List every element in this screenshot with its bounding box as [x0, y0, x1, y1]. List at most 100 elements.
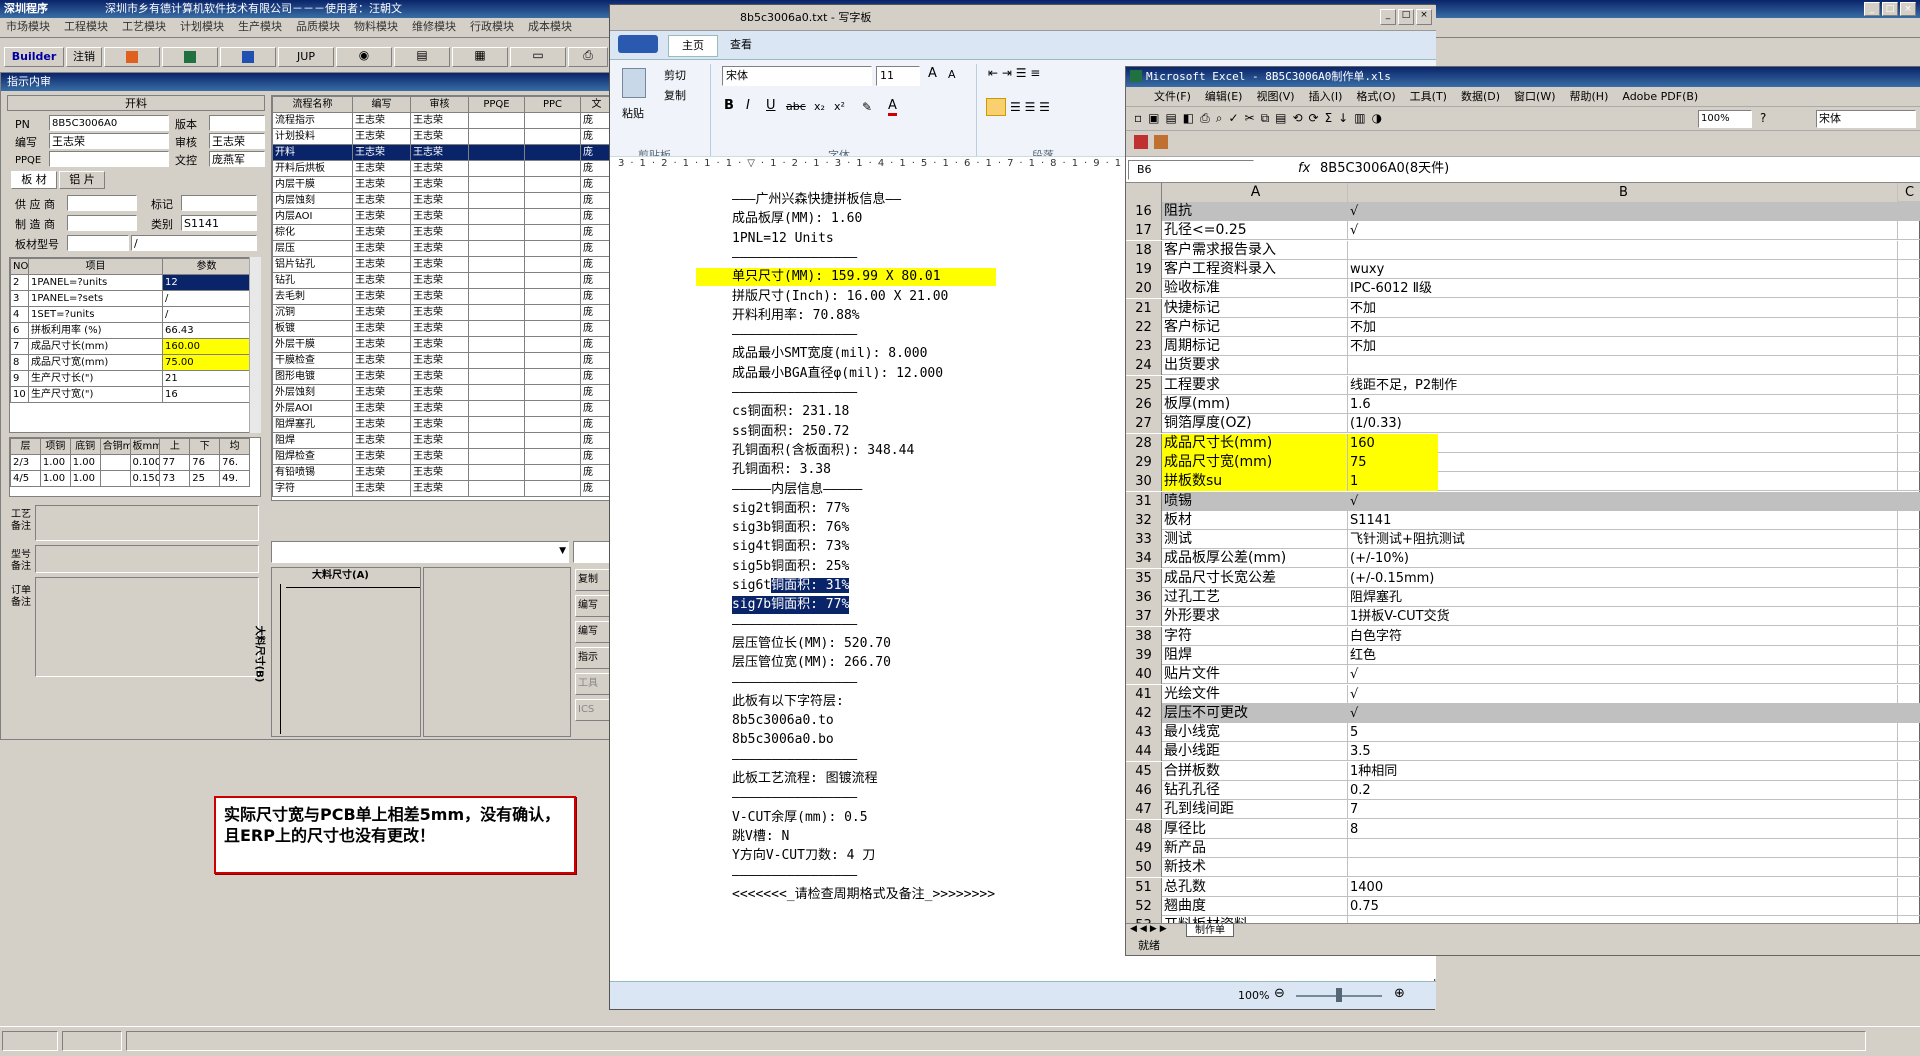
cell-a[interactable]: 光绘文件	[1162, 684, 1348, 704]
cell-b[interactable]: IPC-6012 Ⅱ级	[1348, 279, 1898, 299]
version-field[interactable]	[209, 115, 265, 131]
cell-c[interactable]	[1898, 453, 1920, 472]
tab-board[interactable]: 板 材	[11, 171, 57, 189]
copy-button[interactable]: 复制	[664, 88, 686, 104]
eye-icon[interactable]: ◉	[336, 47, 392, 67]
cell-b[interactable]: 1拼板V-CUT交货	[1348, 607, 1898, 627]
cell-b[interactable]: 飞针测试+阻抗测试	[1348, 530, 1898, 550]
process-note-field[interactable]	[35, 505, 259, 541]
excel-row[interactable]: 42 层压不可更改 √	[1126, 703, 1920, 723]
cell-a[interactable]: 阻焊	[1162, 645, 1348, 665]
paste-icon[interactable]	[622, 68, 646, 98]
cell-c[interactable]	[1898, 414, 1920, 433]
param-row[interactable]: 4 1SET=?units /	[10, 306, 251, 323]
cell-a[interactable]: 孔径<=0.25	[1162, 221, 1348, 241]
cell-b[interactable]: 160	[1348, 433, 1898, 453]
cell-c[interactable]	[1898, 588, 1920, 607]
logout-button[interactable]: 注销	[66, 47, 102, 67]
cell-a[interactable]: 贴片文件	[1162, 665, 1348, 685]
row-number[interactable]: 22	[1126, 317, 1162, 337]
highlight-icon[interactable]: ✎	[862, 100, 872, 114]
font-name-field[interactable]: 宋体	[722, 66, 872, 86]
zoom-slider-handle[interactable]	[1336, 988, 1342, 1002]
close-icon[interactable]: ×	[1416, 9, 1432, 25]
class-field[interactable]: S1141	[181, 215, 257, 231]
excel-row[interactable]: 18 客户需求报告录入	[1126, 240, 1920, 260]
cell-b[interactable]	[1348, 356, 1898, 376]
process-row[interactable]: 铝片钻孔 王志荣 王志荣庞	[272, 256, 610, 273]
pdf-settings-icon[interactable]	[1154, 135, 1168, 149]
excel-row[interactable]: 19 客户工程资料录入 wuxy	[1126, 259, 1920, 279]
cell-b[interactable]: 75	[1348, 452, 1898, 472]
cell-a[interactable]: 工程要求	[1162, 375, 1348, 395]
process-row[interactable]: 有铅喷锡 王志荣 王志荣庞	[272, 464, 610, 481]
cell-b[interactable]: √	[1348, 202, 1898, 221]
excel-row[interactable]: 48 厚径比 8	[1126, 819, 1920, 839]
bold-icon[interactable]: B	[724, 98, 734, 113]
cell-c[interactable]	[1898, 492, 1920, 511]
cell-a[interactable]: 客户标记	[1162, 317, 1348, 337]
process-row[interactable]: 外层蚀刻 王志荣 王志荣庞	[272, 384, 610, 401]
maximize-icon[interactable]: □	[1882, 2, 1898, 16]
process-row[interactable]: 内层干膜 王志荣 王志荣庞	[272, 176, 610, 193]
cell-b[interactable]: √	[1348, 491, 1898, 511]
indent-icon[interactable]: ⇤ ⇥ ☰ ≡	[988, 66, 1040, 80]
row-number[interactable]: 43	[1126, 723, 1162, 743]
side-button[interactable]: 编写	[575, 621, 611, 643]
excel-row[interactable]: 33 测试 飞针测试+阻抗测试	[1126, 530, 1920, 550]
param-row[interactable]: 9 生产尺寸长(") 21	[10, 370, 251, 387]
function-icon[interactable]: fx	[1298, 161, 1310, 176]
excel-menu-item[interactable]: 视图(V)	[1256, 89, 1294, 105]
cell-b[interactable]: √	[1348, 684, 1898, 704]
type-field-2[interactable]: /	[131, 235, 257, 251]
excel-row[interactable]: 17 孔径<=0.25 √	[1126, 221, 1920, 241]
grow-font-icon[interactable]: A	[928, 66, 937, 81]
cell-b[interactable]: √	[1348, 703, 1898, 723]
cell-c[interactable]	[1898, 742, 1920, 761]
process-row[interactable]: 开料后烘板 王志荣 王志荣庞	[272, 160, 610, 177]
cell-a[interactable]: 成品尺寸长(mm)	[1162, 433, 1348, 453]
cell-c[interactable]	[1898, 685, 1920, 704]
cell-c[interactable]	[1898, 878, 1920, 897]
cell-a[interactable]: 成品尺寸长宽公差	[1162, 568, 1348, 588]
side-button[interactable]: 编写	[575, 595, 611, 617]
cell-b[interactable]: 不加	[1348, 337, 1898, 357]
process-dropdown[interactable]: ▼	[271, 541, 569, 563]
cell-b[interactable]: 3.5	[1348, 742, 1898, 762]
wordpad-menu-button[interactable]	[618, 35, 658, 53]
row-number[interactable]: 51	[1126, 877, 1162, 897]
cell-a[interactable]: 成品尺寸宽(mm)	[1162, 452, 1348, 472]
excel-row[interactable]: 29 成品尺寸宽(mm) 75	[1126, 452, 1920, 472]
cell-c[interactable]	[1898, 434, 1920, 453]
cell-b[interactable]: 阻焊塞孔	[1348, 588, 1898, 607]
process-row[interactable]: 流程指示 王志荣 王志荣庞	[272, 112, 610, 129]
cell-c[interactable]	[1898, 511, 1920, 530]
excel-row[interactable]: 34 成品板厚公差(mm) (+/-10%)	[1126, 549, 1920, 569]
process-row[interactable]: 内层蚀刻 王志荣 王志荣庞	[272, 192, 610, 209]
close-icon[interactable]: ×	[1900, 2, 1916, 16]
erp-menu-item[interactable]: 生产模块	[238, 19, 282, 35]
excel-row[interactable]: 22 客户标记 不加	[1126, 317, 1920, 337]
supplier-field[interactable]	[67, 195, 137, 211]
layer-row[interactable]: 4/5 1.00 1.00 0.150 73 25 49.	[10, 470, 250, 487]
cell-c[interactable]	[1898, 299, 1920, 318]
tab-view[interactable]: 查看	[730, 37, 752, 53]
erp-menu-item[interactable]: 行政模块	[470, 19, 514, 35]
excel-row[interactable]: 41 光绘文件 √	[1126, 684, 1920, 704]
excel-icon[interactable]	[162, 47, 218, 67]
process-row[interactable]: 阻焊 王志荣 王志荣庞	[272, 432, 610, 449]
paste-label[interactable]: 粘贴	[622, 106, 644, 122]
cell-b[interactable]: 0.75	[1348, 896, 1898, 916]
cell-a[interactable]: 总孔数	[1162, 877, 1348, 897]
row-number[interactable]: 42	[1126, 703, 1162, 723]
erp-menu-item[interactable]: 维修模块	[412, 19, 456, 35]
cell-b[interactable]: wuxy	[1348, 259, 1898, 279]
cell-a[interactable]: 周期标记	[1162, 337, 1348, 357]
row-number[interactable]: 30	[1126, 472, 1162, 492]
row-number[interactable]: 47	[1126, 800, 1162, 820]
cell-b[interactable]: (+/-10%)	[1348, 549, 1898, 569]
cell-c[interactable]	[1898, 221, 1920, 240]
excel-menu-item[interactable]: 帮助(H)	[1570, 89, 1609, 105]
cell-a[interactable]: 开料板材资料	[1162, 916, 1348, 923]
row-number[interactable]: 45	[1126, 761, 1162, 781]
